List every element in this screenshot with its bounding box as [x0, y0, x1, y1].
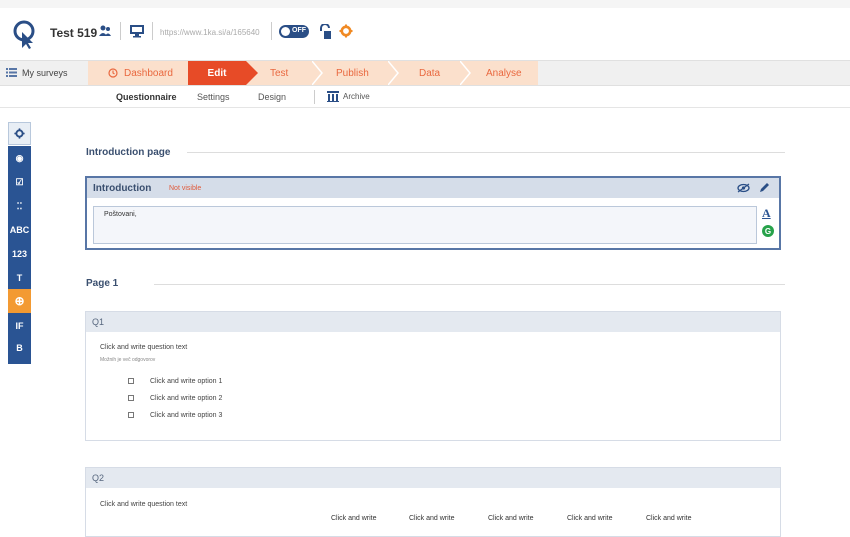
- step-edit[interactable]: Edit: [188, 61, 246, 85]
- pencil-icon[interactable]: [759, 182, 770, 193]
- step-publish[interactable]: Publish: [336, 61, 386, 85]
- grid-column-header[interactable]: Click and write: [646, 515, 692, 522]
- logo-icon[interactable]: [12, 20, 38, 50]
- step-test[interactable]: Test: [270, 61, 300, 85]
- number-icon[interactable]: 123: [8, 243, 31, 265]
- step-label: Test: [270, 67, 289, 79]
- step-data[interactable]: Data: [419, 61, 459, 85]
- survey-active-toggle[interactable]: OFF: [279, 25, 309, 38]
- grid-column-header[interactable]: Click and write: [331, 515, 377, 522]
- eye-hidden-icon[interactable]: [737, 183, 750, 193]
- step-label: Edit: [207, 67, 227, 79]
- step-chevron: [388, 61, 399, 85]
- main-nav: My surveys Dashboard Edit Test Publish D…: [0, 60, 850, 86]
- checkbox-option[interactable]: Click and write option 1: [128, 376, 222, 386]
- step-label: Data: [419, 67, 441, 79]
- sub-nav: Questionnaire Settings Design Archive: [0, 86, 850, 108]
- question-header: Q1: [86, 312, 780, 332]
- grid-column-header[interactable]: Click and write: [409, 515, 455, 522]
- tab-questionnaire[interactable]: Questionnaire: [116, 92, 177, 102]
- question-hint: Možnih je več odgovorov: [100, 357, 156, 363]
- monitor-icon[interactable]: [129, 24, 145, 38]
- intro-text-field[interactable]: Poštovani,: [93, 206, 757, 244]
- checkbox-icon[interactable]: ☑: [8, 171, 31, 193]
- toggle-knob: [281, 27, 290, 36]
- list-icon: [6, 68, 17, 77]
- step-label: Publish: [336, 67, 369, 79]
- grid-icon[interactable]: ⁚⁚: [8, 195, 31, 217]
- lock-icon[interactable]: [318, 24, 332, 40]
- step-chevron: [246, 61, 258, 85]
- add-circle-icon[interactable]: ⊕: [8, 289, 31, 313]
- tab-settings[interactable]: Settings: [197, 92, 230, 102]
- checkbox-icon[interactable]: [128, 378, 134, 384]
- block-icon[interactable]: B: [8, 337, 31, 359]
- page-section-title: Page 1: [86, 278, 119, 289]
- toolbar-settings-button[interactable]: [8, 122, 31, 145]
- grammar-check-icon[interactable]: G: [762, 225, 774, 237]
- top-strip: [0, 0, 850, 8]
- heading-icon[interactable]: T: [8, 267, 31, 289]
- tab-design[interactable]: Design: [258, 92, 286, 102]
- option-text[interactable]: Click and write option 2: [150, 395, 222, 402]
- question-header: Q2: [86, 468, 780, 488]
- separator: [314, 90, 315, 104]
- archive-icon[interactable]: [327, 91, 339, 102]
- grid-column-header[interactable]: Click and write: [567, 515, 613, 522]
- question-block-q2[interactable]: Q2 Click and write question text Click a…: [85, 467, 781, 537]
- step-label: Dashboard: [124, 67, 173, 79]
- checkbox-icon[interactable]: [128, 395, 134, 401]
- separator: [271, 22, 272, 40]
- checkbox-option[interactable]: Click and write option 3: [128, 410, 222, 420]
- users-icon[interactable]: [98, 24, 112, 38]
- step-chevron: [460, 61, 471, 85]
- question-text[interactable]: Click and write question text: [100, 501, 187, 508]
- step-analyse[interactable]: Analyse: [486, 61, 536, 85]
- option-text[interactable]: Click and write option 3: [150, 412, 222, 419]
- gear-icon[interactable]: [339, 24, 353, 38]
- tab-archive[interactable]: Archive: [343, 92, 370, 101]
- question-number: Q1: [92, 317, 105, 327]
- intro-text: Poštovani,: [104, 211, 137, 218]
- intro-section-title: Introduction page: [86, 147, 171, 158]
- my-surveys-link[interactable]: My surveys: [0, 61, 88, 85]
- separator: [120, 22, 121, 40]
- question-number: Q2: [92, 473, 105, 483]
- top-bar: [0, 8, 850, 58]
- intro-status-label: Not visible: [169, 185, 202, 192]
- step-label: Analyse: [486, 67, 522, 79]
- option-text[interactable]: Click and write option 1: [150, 378, 222, 385]
- question-text[interactable]: Click and write question text: [100, 344, 187, 351]
- my-surveys-label: My surveys: [22, 68, 68, 78]
- radio-icon[interactable]: ◉: [8, 147, 31, 169]
- step-chevron: [312, 61, 323, 85]
- checkbox-icon[interactable]: [128, 412, 134, 418]
- checkbox-option[interactable]: Click and write option 2: [128, 393, 222, 403]
- survey-title[interactable]: Test 519: [50, 26, 97, 40]
- clock-icon: [108, 68, 118, 78]
- section-divider: [187, 152, 785, 153]
- intro-block[interactable]: Introduction Not visible Poštovani, A G: [85, 176, 781, 250]
- intro-title: Introduction: [93, 183, 152, 194]
- text-icon[interactable]: ABC: [8, 219, 31, 241]
- intro-header: Introduction Not visible: [87, 178, 779, 198]
- gear-icon: [14, 128, 25, 139]
- survey-url-link[interactable]: https://www.1ka.si/a/165640: [160, 28, 260, 37]
- condition-icon[interactable]: IF: [8, 315, 31, 337]
- section-divider: [154, 284, 785, 285]
- workflow-steps: Dashboard Edit Test Publish Data Analyse: [88, 61, 538, 85]
- toggle-label: OFF: [292, 27, 306, 34]
- step-dashboard[interactable]: Dashboard: [104, 61, 194, 85]
- question-block-q1[interactable]: Q1 Click and write question text Možnih …: [85, 311, 781, 441]
- question-type-toolbar: ◉ ☑ ⁚⁚ ABC 123 T ⊕ IF B: [8, 146, 31, 364]
- font-format-icon[interactable]: A: [762, 206, 771, 221]
- grid-column-header[interactable]: Click and write: [488, 515, 534, 522]
- separator: [152, 22, 153, 40]
